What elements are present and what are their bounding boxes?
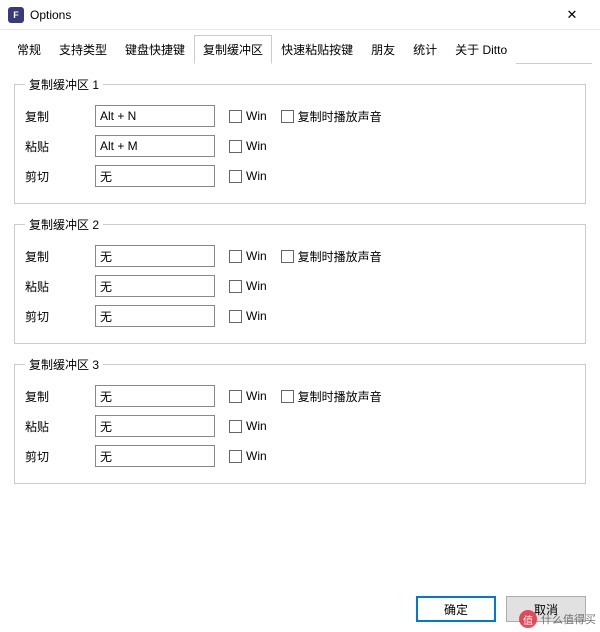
win-checkbox-wrap[interactable]: Win bbox=[229, 139, 267, 153]
win-checkbox[interactable] bbox=[229, 110, 242, 123]
win-checkbox-label: Win bbox=[246, 279, 267, 293]
group-legend: 复制缓冲区 2 bbox=[25, 216, 103, 233]
hotkey-row-paste: 粘贴 Win bbox=[25, 273, 575, 299]
cut-hotkey-input[interactable] bbox=[95, 165, 215, 187]
tab-content: 复制缓冲区 1复制Win复制时播放声音粘贴Win剪切Win复制缓冲区 2复制Wi… bbox=[0, 64, 600, 500]
play-sound-label: 复制时播放声音 bbox=[298, 248, 382, 265]
ok-button[interactable]: 确定 bbox=[416, 596, 496, 622]
paste-label: 粘贴 bbox=[25, 418, 95, 435]
copy-hotkey-input[interactable] bbox=[95, 105, 215, 127]
win-checkbox[interactable] bbox=[229, 420, 242, 433]
win-checkbox[interactable] bbox=[229, 170, 242, 183]
win-checkbox[interactable] bbox=[229, 450, 242, 463]
tab-2[interactable]: 键盘快捷键 bbox=[116, 35, 194, 64]
cut-label: 剪切 bbox=[25, 308, 95, 325]
play-sound-checkbox[interactable] bbox=[281, 250, 294, 263]
win-checkbox-label: Win bbox=[246, 109, 267, 123]
hotkey-row-cut: 剪切 Win bbox=[25, 163, 575, 189]
win-checkbox-label: Win bbox=[246, 449, 267, 463]
tab-4[interactable]: 快速粘贴按键 bbox=[272, 35, 362, 64]
buffer-group-2: 复制缓冲区 2 复制 Win 复制时播放声音粘贴 Win 剪切 Win bbox=[14, 216, 586, 344]
group-legend: 复制缓冲区 1 bbox=[25, 76, 103, 93]
cancel-button[interactable]: 取消 bbox=[506, 596, 586, 622]
tab-5[interactable]: 朋友 bbox=[362, 35, 404, 64]
play-sound-checkbox-wrap[interactable]: 复制时播放声音 bbox=[281, 108, 382, 125]
win-checkbox-label: Win bbox=[246, 169, 267, 183]
play-sound-checkbox-wrap[interactable]: 复制时播放声音 bbox=[281, 388, 382, 405]
group-legend: 复制缓冲区 3 bbox=[25, 356, 103, 373]
play-sound-checkbox[interactable] bbox=[281, 110, 294, 123]
win-checkbox-wrap[interactable]: Win bbox=[229, 449, 267, 463]
buffer-group-3: 复制缓冲区 3 复制 Win 复制时播放声音粘贴 Win 剪切 Win bbox=[14, 356, 586, 484]
play-sound-label: 复制时播放声音 bbox=[298, 388, 382, 405]
app-icon: F bbox=[8, 7, 24, 23]
tab-7[interactable]: 关于 Ditto bbox=[446, 35, 516, 64]
win-checkbox-wrap[interactable]: Win bbox=[229, 389, 267, 403]
titlebar: F Options ✕ bbox=[0, 0, 600, 30]
play-sound-checkbox-wrap[interactable]: 复制时播放声音 bbox=[281, 248, 382, 265]
win-checkbox-label: Win bbox=[246, 309, 267, 323]
paste-label: 粘贴 bbox=[25, 278, 95, 295]
tab-1[interactable]: 支持类型 bbox=[50, 35, 116, 64]
cut-label: 剪切 bbox=[25, 448, 95, 465]
paste-hotkey-input[interactable] bbox=[95, 275, 215, 297]
cut-label: 剪切 bbox=[25, 168, 95, 185]
win-checkbox[interactable] bbox=[229, 390, 242, 403]
win-checkbox[interactable] bbox=[229, 140, 242, 153]
buffer-group-1: 复制缓冲区 1 复制 Win 复制时播放声音粘贴 Win 剪切 Win bbox=[14, 76, 586, 204]
paste-label: 粘贴 bbox=[25, 138, 95, 155]
play-sound-checkbox[interactable] bbox=[281, 390, 294, 403]
dialog-footer: 确定 取消 bbox=[416, 596, 586, 622]
play-sound-label: 复制时播放声音 bbox=[298, 108, 382, 125]
close-button[interactable]: ✕ bbox=[552, 1, 592, 29]
tab-strip: 常规支持类型键盘快捷键复制缓冲区快速粘贴按键朋友统计关于 Ditto bbox=[8, 34, 592, 64]
hotkey-row-cut: 剪切 Win bbox=[25, 443, 575, 469]
copy-label: 复制 bbox=[25, 108, 95, 125]
window-title: Options bbox=[30, 8, 552, 22]
win-checkbox-wrap[interactable]: Win bbox=[229, 169, 267, 183]
win-checkbox-label: Win bbox=[246, 389, 267, 403]
copy-label: 复制 bbox=[25, 388, 95, 405]
cut-hotkey-input[interactable] bbox=[95, 445, 215, 467]
hotkey-row-copy: 复制 Win 复制时播放声音 bbox=[25, 243, 575, 269]
win-checkbox-wrap[interactable]: Win bbox=[229, 109, 267, 123]
win-checkbox-label: Win bbox=[246, 419, 267, 433]
win-checkbox-wrap[interactable]: Win bbox=[229, 419, 267, 433]
copy-hotkey-input[interactable] bbox=[95, 385, 215, 407]
hotkey-row-paste: 粘贴 Win bbox=[25, 413, 575, 439]
tab-0[interactable]: 常规 bbox=[8, 35, 50, 64]
win-checkbox[interactable] bbox=[229, 280, 242, 293]
hotkey-row-copy: 复制 Win 复制时播放声音 bbox=[25, 383, 575, 409]
tab-6[interactable]: 统计 bbox=[404, 35, 446, 64]
hotkey-row-copy: 复制 Win 复制时播放声音 bbox=[25, 103, 575, 129]
win-checkbox-wrap[interactable]: Win bbox=[229, 249, 267, 263]
paste-hotkey-input[interactable] bbox=[95, 415, 215, 437]
copy-label: 复制 bbox=[25, 248, 95, 265]
win-checkbox-wrap[interactable]: Win bbox=[229, 279, 267, 293]
win-checkbox-label: Win bbox=[246, 139, 267, 153]
paste-hotkey-input[interactable] bbox=[95, 135, 215, 157]
win-checkbox[interactable] bbox=[229, 310, 242, 323]
tab-3[interactable]: 复制缓冲区 bbox=[194, 35, 272, 64]
copy-hotkey-input[interactable] bbox=[95, 245, 215, 267]
win-checkbox[interactable] bbox=[229, 250, 242, 263]
cut-hotkey-input[interactable] bbox=[95, 305, 215, 327]
hotkey-row-paste: 粘贴 Win bbox=[25, 133, 575, 159]
win-checkbox-wrap[interactable]: Win bbox=[229, 309, 267, 323]
win-checkbox-label: Win bbox=[246, 249, 267, 263]
hotkey-row-cut: 剪切 Win bbox=[25, 303, 575, 329]
